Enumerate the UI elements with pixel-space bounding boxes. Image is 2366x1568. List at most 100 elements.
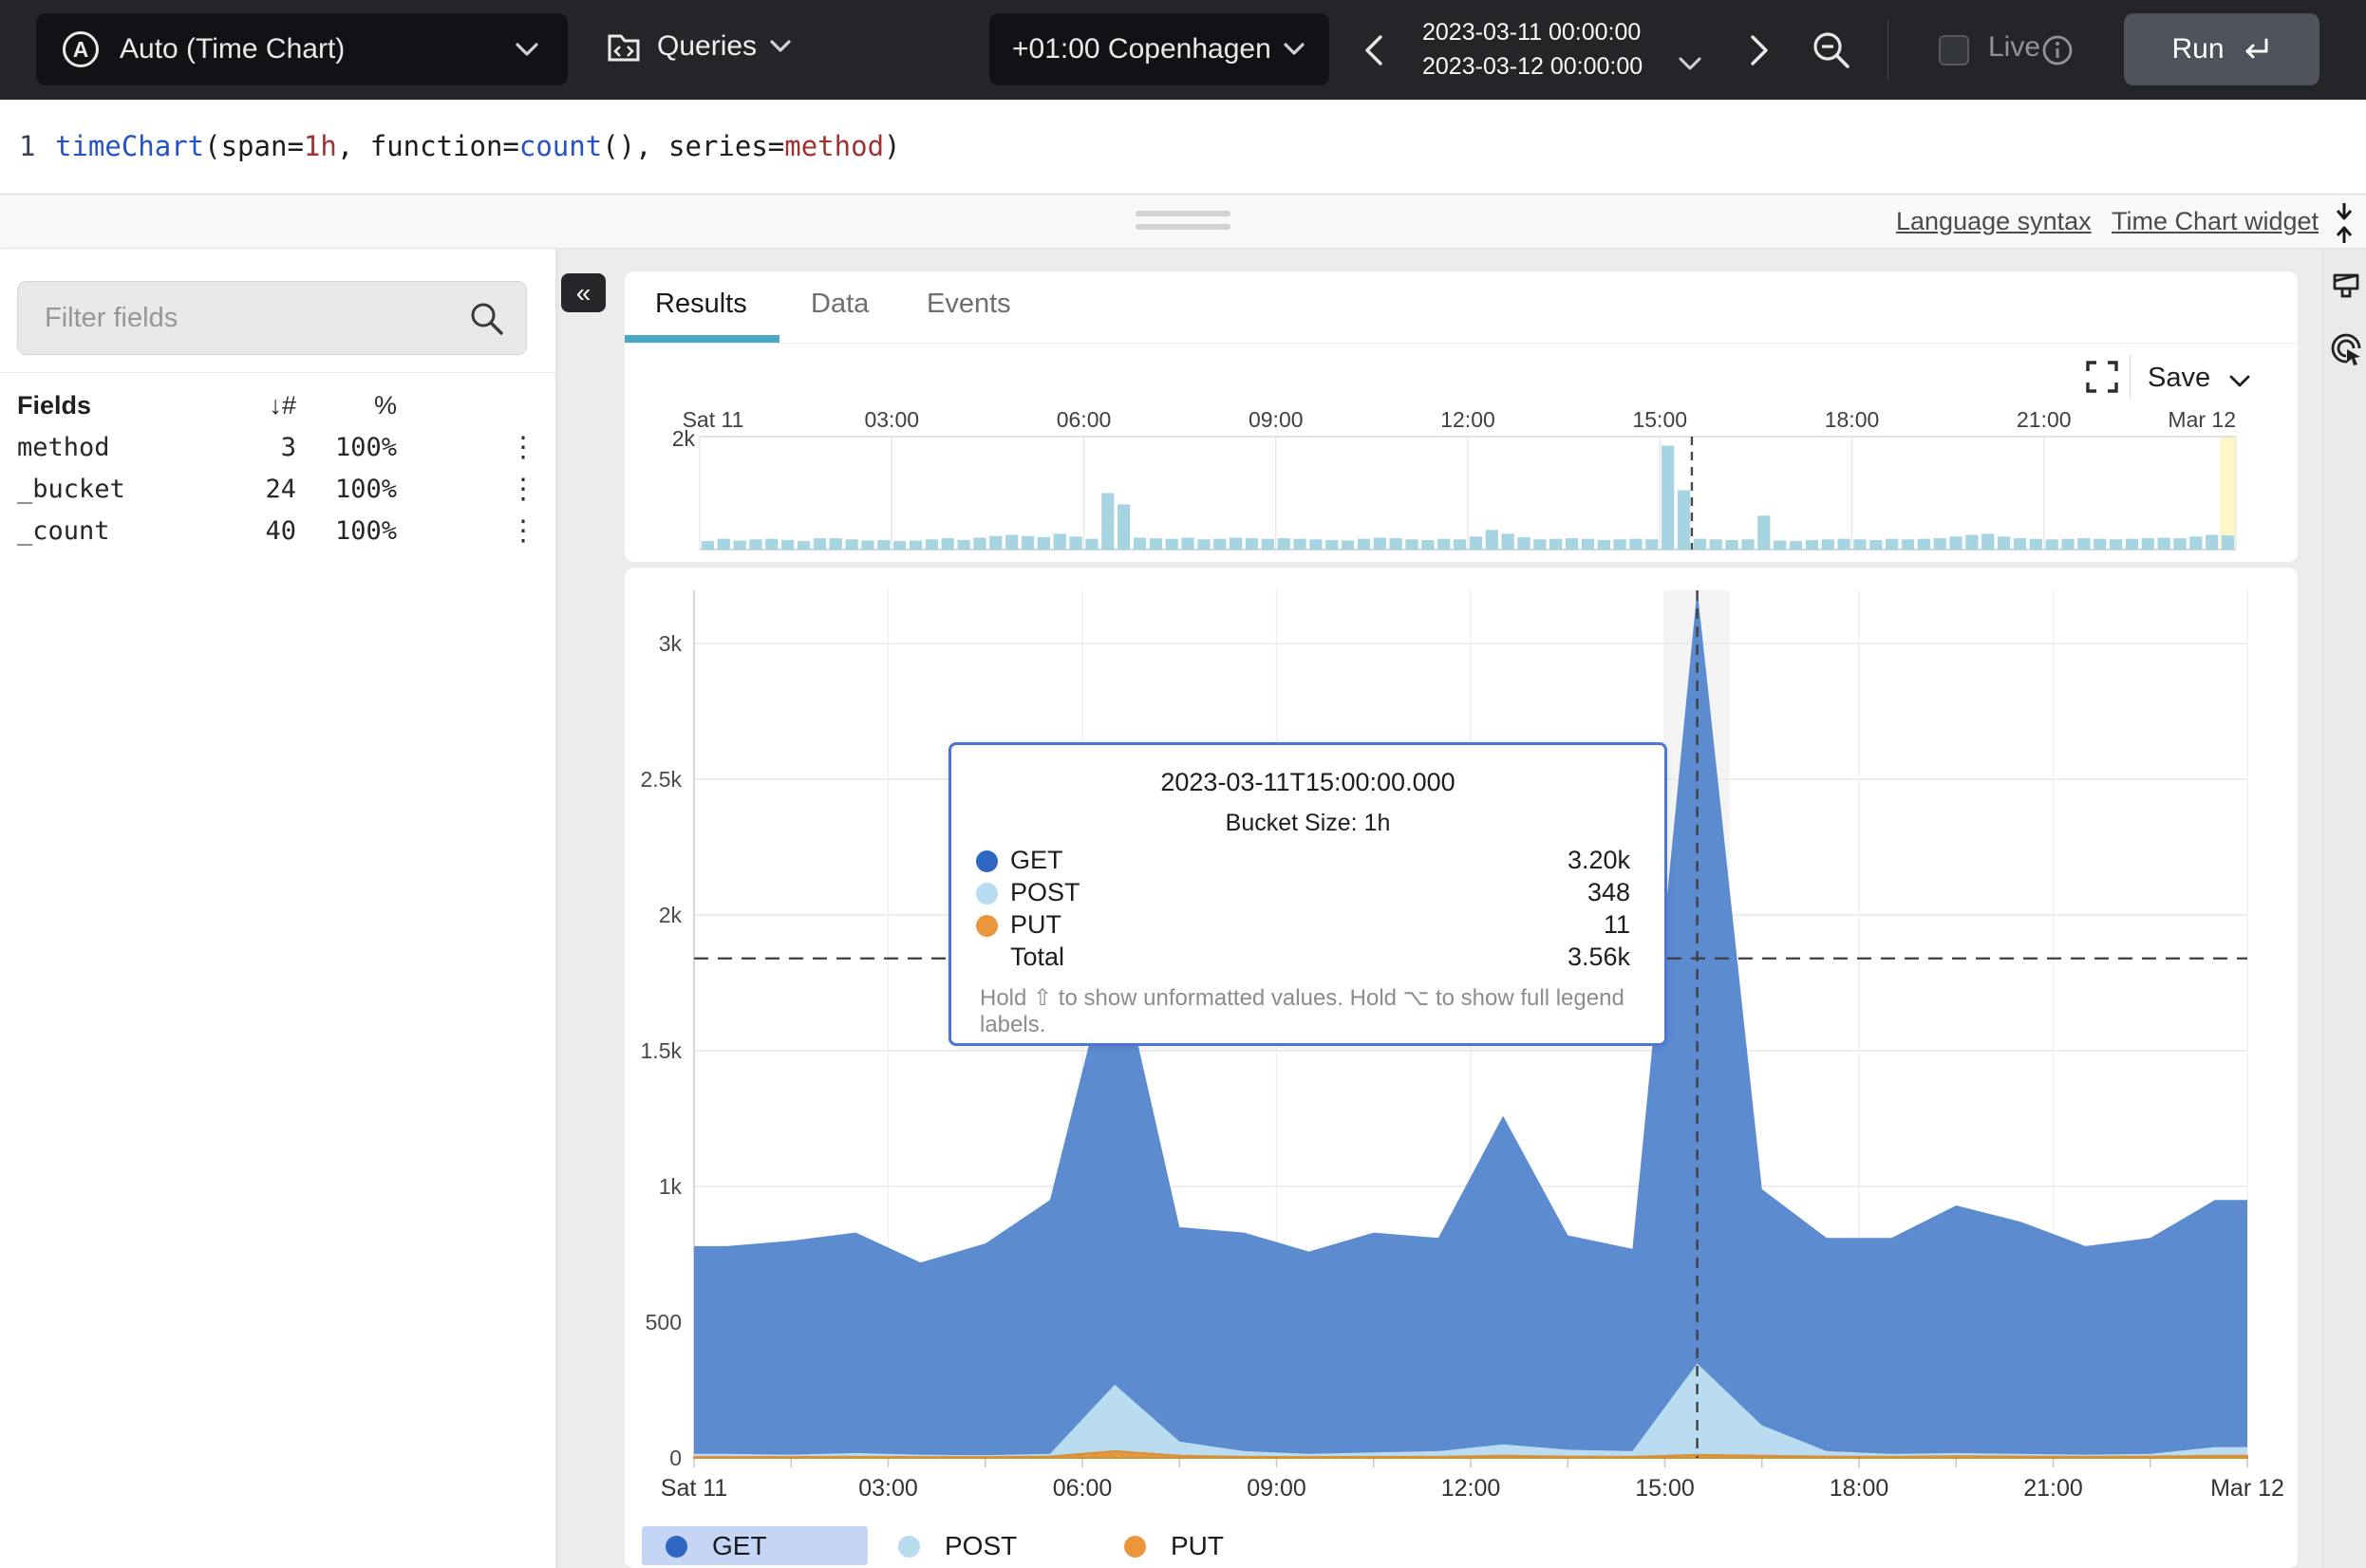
tab-data[interactable]: Data [811,289,869,320]
svg-text:3k: 3k [659,631,683,656]
tabs-border [625,343,2298,344]
svg-text:12:00: 12:00 [1440,407,1495,432]
tooltip-row-total: Total 3.56k [951,943,1664,975]
svg-text:2k: 2k [672,426,696,451]
query-editor[interactable]: 1 timeChart(span=1h, function=count(), s… [0,100,2366,195]
run-button[interactable]: Run [2124,13,2319,85]
view-selector-button[interactable]: A Auto (Time Chart) [36,13,568,85]
svg-text:06:00: 06:00 [1053,1475,1113,1502]
field-row-count[interactable]: _count 40 100% ⋮ [0,511,555,552]
legend-item-get[interactable]: GET [666,1528,767,1564]
collapse-editor-icon[interactable] [2326,201,2362,245]
kebab-menu-icon[interactable]: ⋮ [509,431,537,464]
query-token: (), series= [602,130,784,162]
legend-dot-put [1124,1536,1146,1558]
svg-text:09:00: 09:00 [1247,1475,1306,1502]
svg-text:1k: 1k [659,1174,683,1199]
svg-text:500: 500 [646,1310,682,1335]
svg-text:Mar 12: Mar 12 [2210,1475,2284,1502]
tooltip-hint: Hold ⇧ to show unformatted values. Hold … [980,984,1664,1038]
chevron-down-icon[interactable] [2227,373,2252,390]
chevron-down-icon [768,38,793,55]
tooltip-total-value: 3.56k [1568,943,1630,972]
tooltip-series-label: GET [1010,846,1063,875]
time-range-end: 2023-03-12 00:00:00 [1422,49,1643,84]
fields-sidebar: Fields ↓# % method 3 100% ⋮ _bucket 24 1… [0,249,555,1568]
save-button[interactable]: Save [2148,363,2210,394]
field-name: method [17,433,110,462]
queries-folder-icon [604,27,644,66]
click-target-icon[interactable] [2328,330,2364,368]
time-range-start: 2023-03-11 00:00:00 [1422,15,1643,49]
topbar-divider [1887,21,1888,80]
series-dot-post [976,883,998,905]
field-count: 3 [281,433,296,462]
legend-item-put[interactable]: PUT [1124,1528,1224,1564]
svg-text:06:00: 06:00 [1057,407,1112,432]
chart-tooltip: 2023-03-11T15:00:00.000 Bucket Size: 1h … [948,742,1667,1046]
svg-text:18:00: 18:00 [1825,407,1880,432]
live-checkbox[interactable] [1939,35,1969,65]
svg-text:12:00: 12:00 [1441,1475,1501,1502]
queries-menu-button[interactable]: Queries [604,27,793,66]
legend-dot-get [666,1536,687,1558]
tooltip-timestamp: 2023-03-11T15:00:00.000 [951,768,1664,797]
info-icon[interactable] [2041,34,2074,66]
query-token: 1h [304,130,337,162]
kebab-menu-icon[interactable]: ⋮ [509,514,537,548]
zoom-out-icon[interactable] [1810,28,1853,72]
svg-text:15:00: 15:00 [1635,1475,1695,1502]
drag-handle[interactable] [1136,211,1230,216]
run-label: Run [2171,33,2224,65]
language-syntax-link[interactable]: Language syntax [1896,207,2092,236]
chevron-down-icon [513,40,541,59]
legend-dot-post [898,1536,920,1558]
time-forward-button[interactable] [1745,32,1774,68]
legend-item-post[interactable]: POST [898,1528,1017,1564]
drag-handle[interactable] [1136,224,1230,230]
svg-text:03:00: 03:00 [864,407,919,432]
search-icon [468,300,506,338]
tooltip-total-label: Total [1010,943,1064,972]
tab-events[interactable]: Events [927,289,1011,320]
time-range-display[interactable]: 2023-03-11 00:00:00 2023-03-12 00:00:00 [1422,15,1643,84]
collapse-sidebar-button[interactable]: « [561,273,606,312]
time-back-button[interactable] [1360,32,1388,68]
circled-a-icon: A [63,31,99,67]
tooltip-row-get: GET 3.20k [951,846,1664,878]
fullscreen-icon[interactable] [2084,359,2120,395]
field-row-method[interactable]: method 3 100% ⋮ [0,427,555,469]
field-percent: 100% [335,433,397,462]
svg-text:1.5k: 1.5k [641,1038,683,1063]
svg-text:21:00: 21:00 [2017,407,2072,432]
legend-label: PUT [1171,1531,1224,1561]
query-text[interactable]: timeChart(span=1h, function=count(), ser… [55,130,901,162]
timezone-button[interactable]: +01:00 Copenhagen [989,13,1329,85]
query-token: method [784,130,884,162]
query-token: ) [884,130,900,162]
svg-text:15:00: 15:00 [1632,407,1687,432]
tooltip-series-value: 11 [1604,910,1630,940]
field-row-bucket[interactable]: _bucket 24 100% ⋮ [0,469,555,511]
line-number: 1 [19,130,35,162]
field-name: _count [17,516,110,546]
time-range-chevron-icon[interactable] [1677,55,1703,74]
sort-count-header[interactable]: ↓# [269,391,296,420]
svg-text:2k: 2k [659,903,683,927]
tab-results[interactable]: Results [655,289,747,320]
kebab-menu-icon[interactable]: ⋮ [509,473,537,506]
filter-fields-input[interactable] [17,281,527,355]
sidebar-divider [0,372,555,373]
style-brush-icon[interactable] [2329,270,2363,308]
timechart-area-chart[interactable]: 05001k1.5k2k2.5k3kSat 1103:0006:0009:001… [625,568,2298,1568]
timezone-label: +01:00 Copenhagen [1012,33,1271,65]
legend-label: GET [712,1531,767,1561]
event-histogram-chart[interactable]: Sat 1103:0006:0009:0012:0015:0018:0021:0… [625,404,2298,562]
svg-text:18:00: 18:00 [1830,1475,1889,1502]
sort-arrow-icon: ↓ [269,391,282,420]
percent-header[interactable]: % [374,391,397,420]
time-chart-widget-link[interactable]: Time Chart widget [2112,207,2319,236]
timechart-card: 05001k1.5k2k2.5k3kSat 1103:0006:0009:001… [625,568,2298,1568]
field-count: 40 [265,516,296,546]
field-percent: 100% [335,516,397,546]
